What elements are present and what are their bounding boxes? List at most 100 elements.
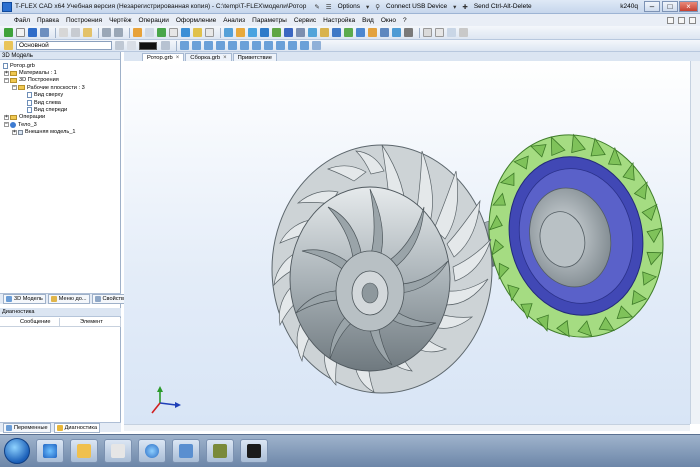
sweep-icon[interactable]	[260, 28, 269, 37]
assembly-icon[interactable]	[380, 28, 389, 37]
tab-menu[interactable]: Меню до...	[47, 294, 90, 304]
tree-item[interactable]: − Тело_3	[0, 121, 120, 128]
tab-3d-model[interactable]: 3D Модель	[3, 294, 46, 304]
taskbar-media[interactable]	[104, 439, 132, 463]
profile-icon[interactable]	[193, 28, 202, 37]
menu-parameters[interactable]: Параметры	[252, 17, 287, 24]
rotor-model[interactable]	[124, 61, 690, 424]
render-icon[interactable]	[312, 41, 321, 50]
menu-help[interactable]: ?	[403, 17, 407, 24]
send-cad-button[interactable]: Send Ctrl-Alt-Delete	[474, 3, 532, 10]
check-icon[interactable]	[4, 28, 13, 37]
fillet-icon[interactable]	[284, 28, 293, 37]
view-custom-icon[interactable]	[300, 41, 309, 50]
taskbar-console[interactable]	[240, 439, 268, 463]
doc-restore-button[interactable]	[678, 16, 685, 24]
3d-viewport[interactable]	[124, 61, 690, 424]
sheet-metal-icon[interactable]	[356, 28, 365, 37]
tree-item[interactable]: Ротор.grb	[0, 62, 120, 69]
menu-construction[interactable]: Построения	[66, 17, 102, 24]
collapse-icon[interactable]: −	[12, 85, 17, 91]
menu-edit[interactable]: Правка	[37, 17, 59, 24]
print-icon[interactable]	[40, 28, 49, 37]
menu-annotation[interactable]: Оформление	[176, 17, 216, 24]
tree-item[interactable]: Вид слева	[0, 99, 120, 106]
rotate-icon[interactable]	[236, 28, 245, 37]
minimize-button[interactable]: –	[644, 1, 660, 12]
view-normal-icon[interactable]	[264, 41, 273, 50]
menu-drawing[interactable]: Чертёж	[109, 17, 131, 24]
tab-diagnostics[interactable]: Диагностика	[53, 422, 101, 433]
expand-icon[interactable]: +	[4, 114, 9, 120]
collapse-icon[interactable]: −	[4, 122, 9, 128]
doc-close-button[interactable]	[689, 16, 696, 24]
color-swatch[interactable]	[139, 41, 157, 50]
doc-minimize-button[interactable]	[667, 16, 674, 24]
tab-welcome[interactable]: Приветствие	[232, 53, 277, 61]
copy-icon[interactable]	[71, 28, 80, 37]
mirror-icon[interactable]	[332, 28, 341, 37]
line-style-icon[interactable]	[161, 41, 170, 50]
view-dimetric-icon[interactable]	[276, 41, 285, 50]
taskbar-tflex[interactable]	[206, 439, 234, 463]
start-button[interactable]	[4, 438, 30, 464]
tab-assembly[interactable]: Сборка.grb ×	[185, 53, 232, 61]
new-document-icon[interactable]	[16, 28, 25, 37]
save-icon[interactable]	[28, 28, 37, 37]
fragment-icon[interactable]	[392, 28, 401, 37]
menu-window[interactable]: Окно	[381, 17, 396, 24]
connect-usb-button[interactable]: Connect USB Device	[386, 3, 447, 10]
surface-icon[interactable]	[368, 28, 377, 37]
tab-rotor[interactable]: Ротор.grb ×	[142, 53, 185, 61]
dropdown-icon[interactable]: ▾	[453, 3, 456, 11]
page-icon[interactable]	[435, 28, 444, 37]
sketch-icon[interactable]	[205, 28, 214, 37]
options-button[interactable]: Options	[338, 3, 360, 10]
boolean-icon[interactable]	[272, 28, 281, 37]
view-icon[interactable]	[145, 28, 154, 37]
view-back-icon[interactable]	[240, 41, 249, 50]
expand-icon[interactable]: +	[4, 70, 9, 76]
view-left-icon[interactable]	[204, 41, 213, 50]
pin-icon[interactable]: ✎	[314, 3, 319, 11]
zoom-icon[interactable]	[459, 28, 468, 37]
cut-icon[interactable]	[59, 28, 68, 37]
undo-icon[interactable]	[102, 28, 111, 37]
report-icon[interactable]	[423, 28, 432, 37]
measure-icon[interactable]	[404, 28, 413, 37]
menu-operations[interactable]: Операции	[138, 17, 168, 24]
menu-file[interactable]: Файл	[14, 17, 30, 24]
tab-variables[interactable]: Переменные	[3, 422, 51, 433]
menu-analysis[interactable]: Анализ	[223, 17, 245, 24]
pattern-icon[interactable]	[320, 28, 329, 37]
view-front-icon[interactable]	[180, 41, 189, 50]
taskbar-circle-app[interactable]	[138, 439, 166, 463]
maximize-button[interactable]: □	[662, 1, 678, 12]
column-element[interactable]: Элемент	[60, 318, 121, 326]
view-bottom-icon[interactable]	[252, 41, 261, 50]
close-button[interactable]: ×	[679, 1, 698, 12]
shell-icon[interactable]	[308, 28, 317, 37]
tree-item[interactable]: + Материалы : 1	[0, 69, 120, 76]
taskbar-network[interactable]	[172, 439, 200, 463]
layer-select[interactable]: Основной	[16, 41, 112, 50]
dropdown-icon[interactable]: ▾	[366, 3, 369, 11]
paste-icon[interactable]	[83, 28, 92, 37]
menu-view[interactable]: Вид	[362, 17, 374, 24]
path-icon[interactable]	[181, 28, 190, 37]
vertical-scrollbar[interactable]	[690, 61, 700, 424]
view-top-icon[interactable]	[192, 41, 201, 50]
pencil-icon[interactable]	[447, 28, 456, 37]
collapse-icon[interactable]: −	[4, 77, 9, 83]
tree-item[interactable]: Вид спереди	[0, 106, 120, 114]
chamfer-icon[interactable]	[296, 28, 305, 37]
tree-item[interactable]: − 3D Построения	[0, 77, 120, 84]
taskbar-ie[interactable]	[36, 439, 64, 463]
view-right-icon[interactable]	[228, 41, 237, 50]
expand-icon[interactable]: +	[12, 129, 17, 135]
redo-icon[interactable]	[114, 28, 123, 37]
priority-icon[interactable]	[127, 41, 136, 50]
menu-settings[interactable]: Настройка	[323, 17, 355, 24]
view-iso-icon[interactable]	[216, 41, 225, 50]
node-icon[interactable]	[169, 28, 178, 37]
